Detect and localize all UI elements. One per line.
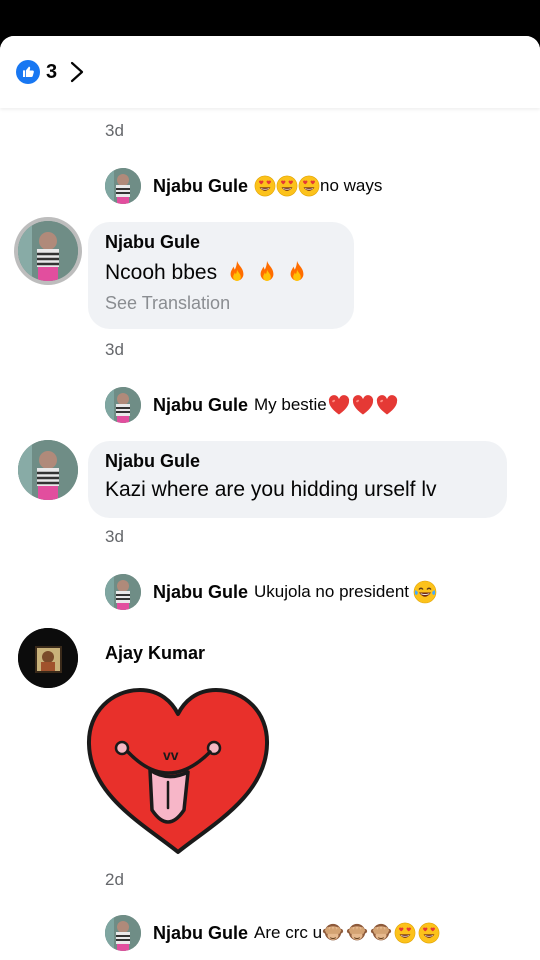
reply-text: no ways bbox=[320, 176, 383, 195]
red-heart-icon bbox=[375, 393, 399, 417]
avatar[interactable] bbox=[105, 915, 141, 951]
reply-author[interactable]: Njabu Gule bbox=[153, 582, 248, 603]
reactions-header[interactable]: 3 bbox=[0, 36, 540, 108]
heart-eyes-icon bbox=[254, 175, 276, 197]
comment-bubble[interactable]: Njabu Gule Ncooh bbes See Translation bbox=[88, 222, 354, 329]
avatar[interactable] bbox=[105, 574, 141, 610]
reply-text: My bestie bbox=[254, 395, 327, 414]
sticker-label: vv bbox=[163, 747, 179, 763]
heart-eyes-icon bbox=[394, 922, 416, 944]
reply-text: Are crc u bbox=[254, 923, 323, 942]
see-no-evil-monkey-icon bbox=[370, 922, 392, 944]
reply-author[interactable]: Njabu Gule bbox=[153, 176, 248, 197]
avatar[interactable] bbox=[105, 168, 141, 204]
chevron-right-icon[interactable] bbox=[69, 60, 85, 84]
reply-text: Ukujola no president bbox=[254, 582, 409, 601]
like-icon bbox=[16, 60, 40, 84]
heart-eyes-icon bbox=[276, 175, 298, 197]
comment-text: Ncooh bbes bbox=[105, 261, 218, 284]
tears-of-joy-icon bbox=[413, 580, 437, 604]
reply-preview[interactable]: Njabu Gule My bestie bbox=[105, 387, 399, 423]
see-translation-link[interactable]: See Translation bbox=[105, 293, 337, 314]
comment-author[interactable]: Njabu Gule bbox=[105, 451, 490, 472]
see-no-evil-monkey-icon bbox=[346, 922, 368, 944]
heart-tongue-sticker[interactable]: vv bbox=[86, 686, 270, 858]
see-no-evil-monkey-icon bbox=[322, 922, 344, 944]
comment-timestamp: 2d bbox=[105, 870, 124, 889]
reply-author[interactable]: Njabu Gule bbox=[153, 923, 248, 944]
fire-icon bbox=[253, 259, 281, 287]
heart-eyes-icon bbox=[418, 922, 440, 944]
avatar[interactable] bbox=[18, 628, 78, 688]
reply-preview[interactable]: Njabu Gule Are crc u bbox=[105, 915, 440, 951]
fire-icon bbox=[223, 259, 251, 287]
reply-author[interactable]: Njabu Gule bbox=[153, 395, 248, 416]
comment-bubble[interactable]: Njabu Gule Kazi where are you hidding ur… bbox=[88, 441, 507, 518]
reply-preview[interactable]: Njabu Gule no ways bbox=[105, 168, 382, 204]
comment-text: Kazi where are you hidding urself lv bbox=[105, 478, 437, 501]
reply-preview[interactable]: Njabu Gule Ukujola no president bbox=[105, 574, 437, 610]
red-heart-icon bbox=[351, 393, 375, 417]
avatar[interactable] bbox=[18, 221, 78, 281]
avatar[interactable] bbox=[18, 440, 78, 500]
comment-timestamp: 3d bbox=[105, 340, 124, 359]
comment-author[interactable]: Njabu Gule bbox=[105, 232, 337, 253]
comments-sheet: 3 3d Njabu Gule no ways Njabu Gule Ncooh… bbox=[0, 36, 540, 960]
fire-icon bbox=[283, 259, 311, 287]
like-count: 3 bbox=[46, 60, 58, 83]
comment-author[interactable]: Ajay Kumar bbox=[105, 643, 205, 664]
red-heart-icon bbox=[327, 393, 351, 417]
heart-eyes-icon bbox=[298, 175, 320, 197]
avatar[interactable] bbox=[105, 387, 141, 423]
comment-timestamp: 3d bbox=[105, 121, 124, 140]
comment-timestamp: 3d bbox=[105, 527, 124, 546]
